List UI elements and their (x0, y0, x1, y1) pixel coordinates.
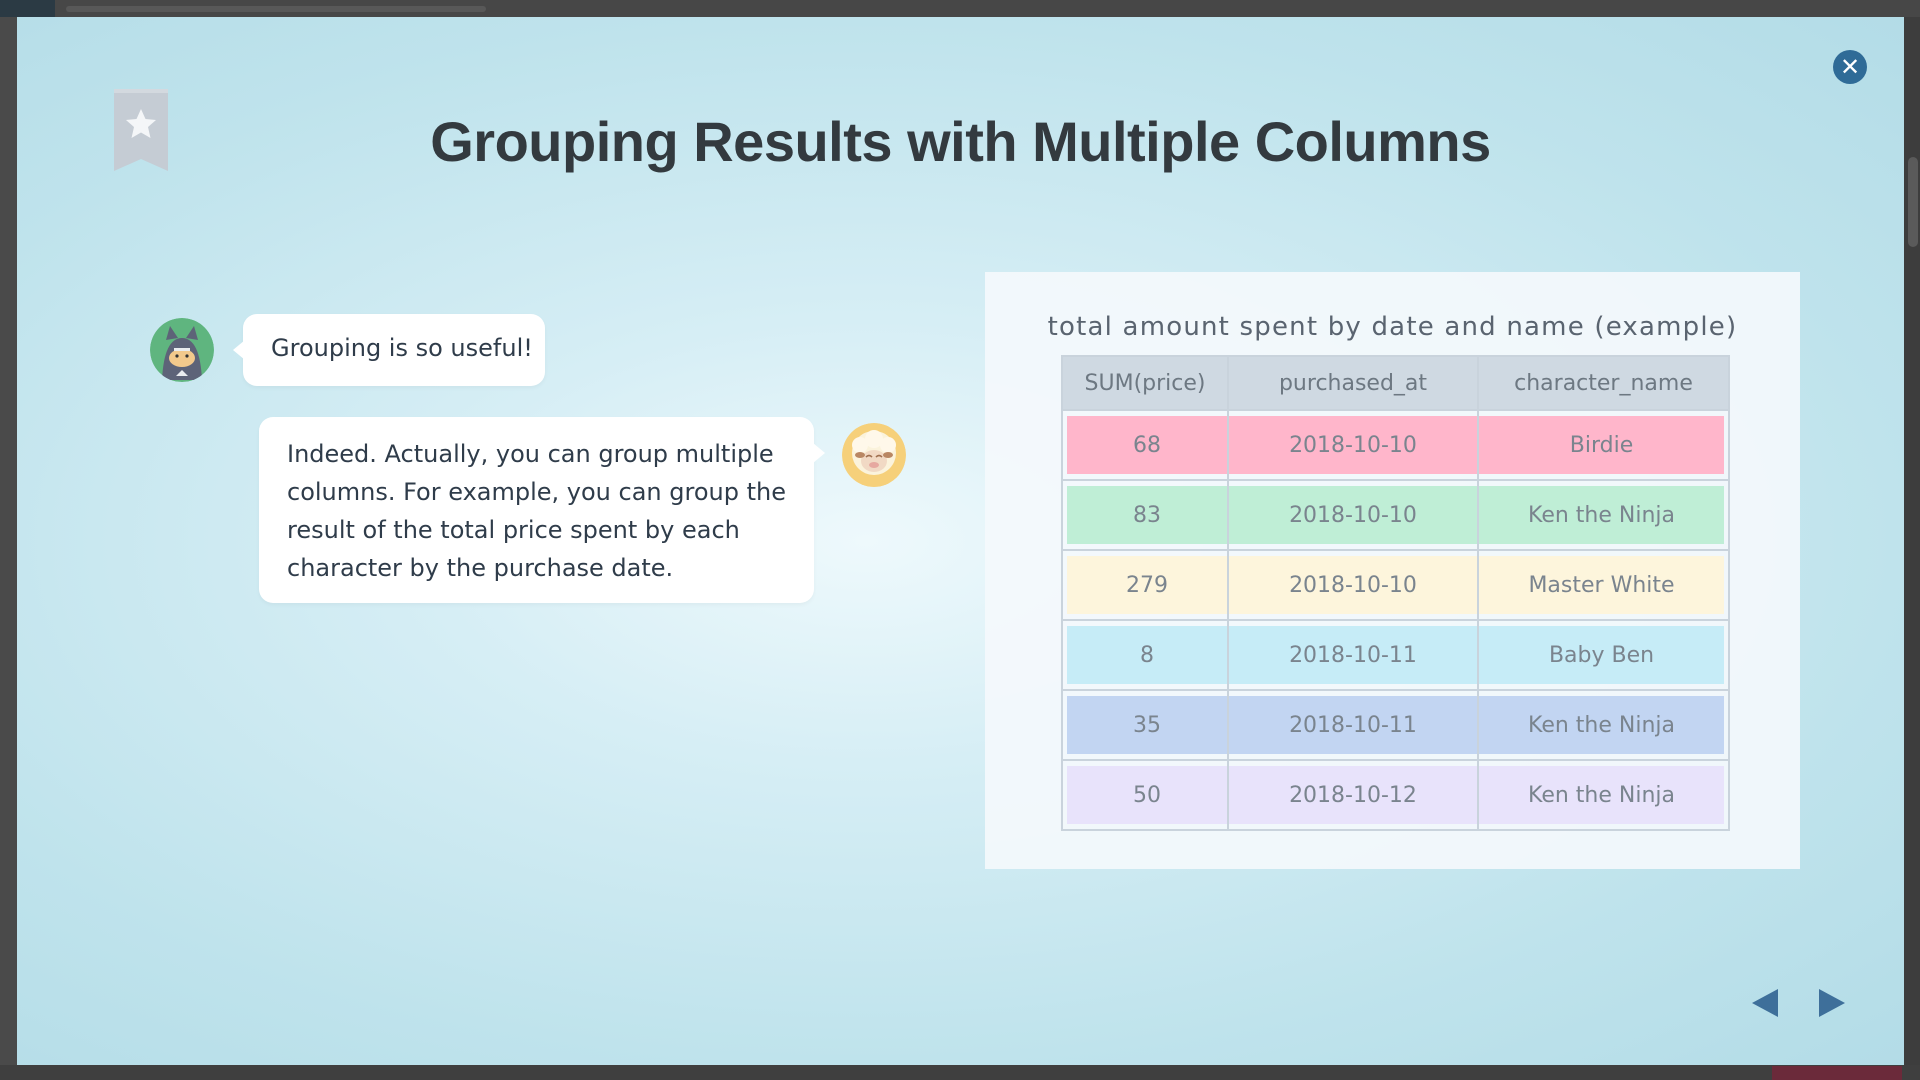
cell-purchased-at: 2018-10-10 (1227, 479, 1479, 551)
backdrop-bottom (0, 1065, 1920, 1080)
cell-purchased-at-value: 2018-10-12 (1229, 766, 1477, 824)
scrollbar-thumb[interactable] (1908, 157, 1918, 247)
cell-sum-price-value: 68 (1067, 416, 1227, 474)
cell-purchased-at: 2018-10-12 (1227, 759, 1479, 831)
column-header-sum-price: SUM(price) (1061, 355, 1229, 411)
ninja-cat-avatar (150, 318, 214, 382)
cell-character-name: Ken the Ninja (1477, 759, 1730, 831)
table-header-row: SUM(price) purchased_at character_name (1061, 355, 1730, 411)
slide-modal: ✕ Grouping Results with Multiple Columns… (17, 17, 1904, 1065)
backdrop-contact-button[interactable] (1772, 1066, 1902, 1080)
cell-sum-price-value: 83 (1067, 486, 1227, 544)
cell-purchased-at-value: 2018-10-11 (1229, 626, 1477, 684)
cell-purchased-at: 2018-10-10 (1227, 549, 1479, 621)
table-row: 279 2018-10-10 Master White (1061, 549, 1730, 621)
cell-purchased-at: 2018-10-11 (1227, 619, 1479, 691)
cell-character-name: Baby Ben (1477, 619, 1730, 691)
sheep-avatar (842, 423, 906, 487)
cell-character-name: Ken the Ninja (1477, 479, 1730, 551)
backdrop-logo (0, 0, 55, 17)
cell-sum-price-value: 35 (1067, 696, 1227, 754)
cell-character-name: Master White (1477, 549, 1730, 621)
cell-character-name-value: Ken the Ninja (1479, 766, 1724, 824)
table-row: 83 2018-10-10 Ken the Ninja (1061, 479, 1730, 551)
column-header-character-name: character_name (1477, 355, 1730, 411)
cell-purchased-at: 2018-10-10 (1227, 409, 1479, 481)
speech-bubble-sheep: Indeed. Actually, you can group multiple… (259, 417, 825, 603)
cell-sum-price-value: 279 (1067, 556, 1227, 614)
cell-character-name: Birdie (1477, 409, 1730, 481)
cell-character-name-value: Ken the Ninja (1479, 696, 1724, 754)
cell-character-name: Ken the Ninja (1477, 689, 1730, 761)
cell-character-name-value: Baby Ben (1479, 626, 1724, 684)
triangle-left-icon[interactable] (1750, 987, 1780, 1019)
backdrop-scrollbar-track (1904, 17, 1920, 1065)
cell-purchased-at-value: 2018-10-11 (1229, 696, 1477, 754)
cell-sum-price: 279 (1061, 549, 1229, 621)
cell-sum-price: 8 (1061, 619, 1229, 691)
cell-sum-price-value: 8 (1067, 626, 1227, 684)
table-row: 8 2018-10-11 Baby Ben (1061, 619, 1730, 691)
cell-purchased-at-value: 2018-10-10 (1229, 556, 1477, 614)
cell-sum-price-value: 50 (1067, 766, 1227, 824)
speech-bubble-ninja: Grouping is so useful! (233, 314, 545, 386)
cell-sum-price: 83 (1061, 479, 1229, 551)
cell-sum-price: 68 (1061, 409, 1229, 481)
table-row: 35 2018-10-11 Ken the Ninja (1061, 689, 1730, 761)
cell-character-name-value: Ken the Ninja (1479, 486, 1724, 544)
example-table-panel: total amount spent by date and name (exa… (985, 272, 1800, 869)
page-title: Grouping Results with Multiple Columns (430, 110, 1491, 173)
close-icon[interactable]: ✕ (1833, 50, 1867, 84)
cell-character-name-value: Master White (1479, 556, 1724, 614)
table-row: 68 2018-10-10 Birdie (1061, 409, 1730, 481)
cell-sum-price: 35 (1061, 689, 1229, 761)
cell-purchased-at-value: 2018-10-10 (1229, 416, 1477, 474)
table-caption: total amount spent by date and name (exa… (1047, 312, 1738, 342)
table-row: 50 2018-10-12 Ken the Ninja (1061, 759, 1730, 831)
column-header-purchased-at: purchased_at (1227, 355, 1479, 411)
triangle-right-icon[interactable] (1817, 987, 1847, 1019)
cell-purchased-at-value: 2018-10-10 (1229, 486, 1477, 544)
cell-purchased-at: 2018-10-11 (1227, 689, 1479, 761)
cell-sum-price: 50 (1061, 759, 1229, 831)
cell-character-name-value: Birdie (1479, 416, 1724, 474)
result-table: SUM(price) purchased_at character_name 6… (1061, 355, 1730, 831)
backdrop-progress-bar (66, 6, 486, 12)
